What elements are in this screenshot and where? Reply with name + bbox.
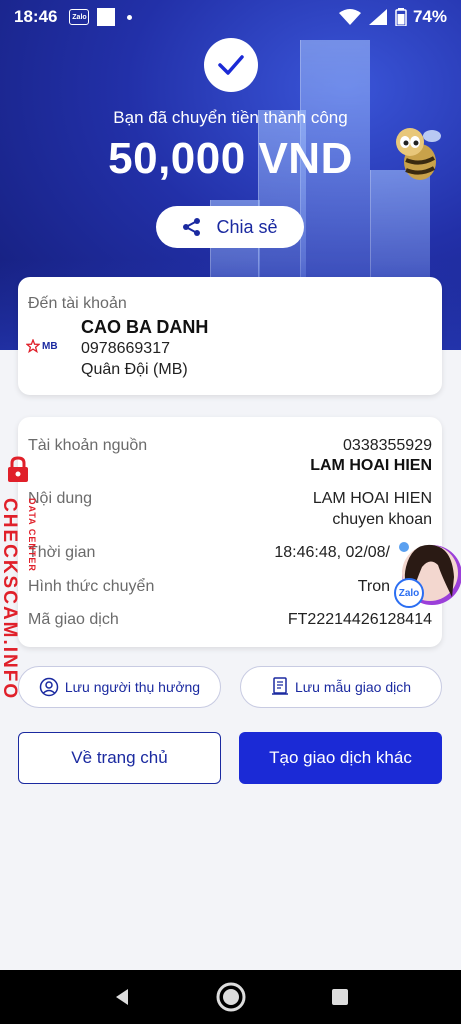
more-notifications-icon: [127, 14, 133, 20]
battery-icon: [395, 8, 407, 26]
navigation-bar: [0, 970, 461, 1024]
save-beneficiary-label: Lưu người thụ hưởng: [64, 679, 201, 695]
transaction-details-card: Tài khoản nguồn 0338355929 LAM HOAI HIEN…: [18, 417, 442, 647]
destination-card: Đến tài khoản MB CAO BA DANH 0978669317 …: [18, 277, 442, 395]
content-line-1: LAM HOAI HIEN: [312, 490, 432, 507]
status-time: 18:46: [14, 7, 58, 26]
watermark-subtext: DATA CENTER: [27, 498, 37, 572]
home-nav-icon[interactable]: [215, 981, 247, 1013]
content-line-2: chuyen khoan: [332, 511, 432, 528]
save-template-label: Lưu mẫu giao dịch: [295, 679, 411, 695]
home-button[interactable]: Về trang chủ: [18, 732, 221, 784]
recipient-name: CAO BA DANH: [81, 317, 209, 337]
share-label: Chia sẻ: [216, 216, 278, 237]
success-check-icon: [204, 38, 258, 92]
template-icon: [272, 677, 288, 695]
status-bar: 18:46 Zalo 74%: [0, 0, 461, 34]
save-beneficiary-button[interactable]: Lưu người thụ hưởng: [18, 666, 221, 708]
time-value: 18:46:48, 02/08/: [274, 544, 390, 561]
time-label: Thời gian: [28, 544, 96, 561]
zalo-badge[interactable]: Zalo: [394, 578, 424, 608]
save-template-button[interactable]: Lưu mẫu giao dịch: [240, 666, 442, 708]
watermark-text: CHECKSCAM.INFO: [0, 498, 20, 701]
content-label: Nội dung: [28, 490, 93, 507]
zalo-badge-label: Zalo: [398, 587, 420, 599]
zalo-notification-icon: Zalo: [69, 9, 90, 25]
mb-star-icon: [26, 339, 40, 353]
method-label: Hình thức chuyển: [28, 578, 155, 595]
new-transaction-button[interactable]: Tạo giao dịch khác: [239, 732, 442, 784]
mascot-bee-icon: [396, 128, 441, 180]
battery-percent: 74%: [412, 7, 447, 26]
wifi-icon: [338, 9, 361, 25]
recents-icon[interactable]: [330, 987, 350, 1007]
recipient-account: 0978669317: [81, 340, 170, 357]
destination-label: Đến tài khoản: [28, 295, 127, 312]
back-icon[interactable]: [112, 987, 132, 1007]
source-account-name: LAM HOAI HIEN: [310, 457, 432, 474]
source-account-number: 0338355929: [343, 437, 432, 454]
recipient-bank: Quân Đội (MB): [81, 361, 188, 378]
method-value: Tron: [357, 578, 390, 595]
mb-bank-logo: MB: [26, 339, 58, 353]
user-icon: [39, 677, 59, 697]
mb-logo-text: MB: [42, 340, 58, 352]
share-icon: [183, 218, 201, 236]
notification-icon: [97, 8, 116, 26]
transaction-id-value: FT22214426128414: [287, 611, 432, 628]
watermark-lock-icon: [8, 456, 28, 482]
share-button[interactable]: Chia sẻ: [156, 206, 304, 248]
transaction-id-label: Mã giao dịch: [28, 611, 119, 628]
signal-icon: [368, 9, 387, 25]
source-account-label: Tài khoản nguồn: [28, 437, 148, 454]
